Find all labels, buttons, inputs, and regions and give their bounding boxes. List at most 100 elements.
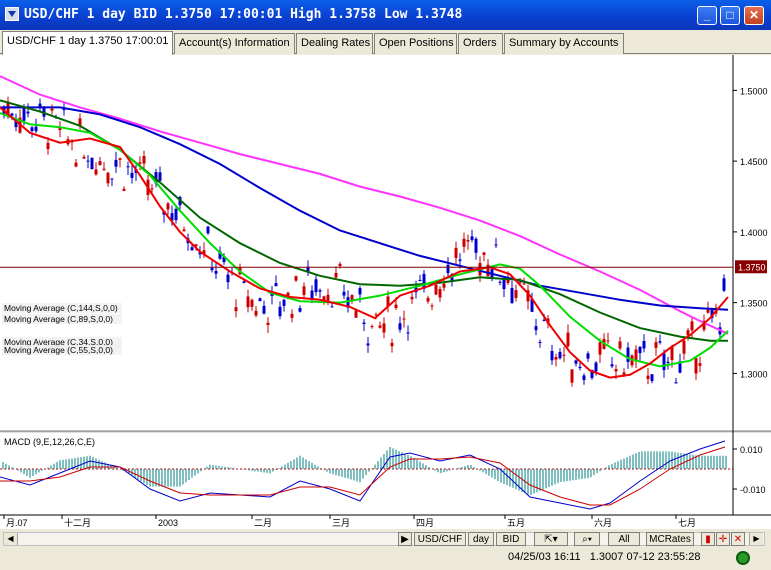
time-tick-label: 五月 xyxy=(507,518,525,528)
candle-body xyxy=(474,238,478,253)
candle-body xyxy=(206,226,210,234)
candle-body xyxy=(406,332,410,334)
tab-account-information[interactable]: Account(s) Information xyxy=(174,33,295,54)
time-tick-label: 2003 xyxy=(158,518,178,528)
candle-body xyxy=(558,351,562,359)
candle-body xyxy=(378,325,382,328)
candle-body xyxy=(662,353,666,370)
price-chart[interactable]: Moving Average (C,144,S,0,0)Moving Avera… xyxy=(0,55,771,529)
macd-tick-label: -0.010 xyxy=(740,485,766,495)
candle-body xyxy=(442,283,446,288)
candle-body xyxy=(654,342,658,348)
candle-body xyxy=(462,238,466,247)
all-button[interactable]: All xyxy=(608,532,640,546)
candle-body xyxy=(142,155,146,164)
candle-body xyxy=(114,159,118,167)
candle-body xyxy=(338,263,342,267)
candle-body xyxy=(610,364,614,367)
maximize-button[interactable]: □ xyxy=(720,6,740,25)
tab-orders[interactable]: Orders xyxy=(458,33,503,54)
candle-body xyxy=(266,322,270,325)
candle-body xyxy=(370,326,374,328)
side-button[interactable]: BID xyxy=(496,532,526,546)
candle-body xyxy=(254,310,258,316)
candle-body xyxy=(722,278,726,291)
candle-body xyxy=(418,279,422,281)
ma-label: Moving Average (C,144,S,0,0) xyxy=(4,303,118,313)
candle-body xyxy=(634,349,638,360)
close-button[interactable]: ✕ xyxy=(744,6,764,25)
tab-open-positions[interactable]: Open Positions xyxy=(374,33,457,54)
cursor-tool-icon[interactable]: ⇱▾ xyxy=(534,532,568,546)
last-price-label: 1.3750 xyxy=(738,262,766,272)
candle-body xyxy=(502,279,506,290)
candle-body xyxy=(574,360,578,364)
candle-body xyxy=(482,252,486,255)
play-button[interactable]: ▶ xyxy=(398,532,412,546)
candle-body xyxy=(598,342,602,355)
candle-body xyxy=(342,291,346,296)
candle-body xyxy=(214,270,218,274)
candle-body xyxy=(262,305,266,314)
candle-body xyxy=(258,298,262,302)
candle-body xyxy=(430,305,434,307)
candle-body xyxy=(570,369,574,383)
tab-summary-by-accounts[interactable]: Summary by Accounts xyxy=(504,33,624,54)
candle-body xyxy=(522,283,526,285)
candle-body xyxy=(318,290,322,292)
tab-chart[interactable]: USD/CHF 1 day 1.3750 17:00:01 xyxy=(2,31,173,55)
candle-body xyxy=(30,127,34,132)
title-bar[interactable]: USD/CHF 1 day BID 1.3750 17:00:01 High 1… xyxy=(0,0,771,30)
candle-body xyxy=(50,108,54,111)
candle-body xyxy=(354,310,358,318)
candle-body xyxy=(302,286,306,295)
candle-body xyxy=(618,341,622,349)
price-tick-label: 1.3500 xyxy=(740,299,768,309)
candle-body xyxy=(90,157,94,170)
tab-dealing-rates[interactable]: Dealing Rates xyxy=(296,33,373,54)
candle-body xyxy=(122,188,126,191)
horizontal-scrollbar[interactable]: ◀ ▶ ▶ USD/CHF day BID ⇱▾ ⌕▾ All MCRates … xyxy=(3,532,765,546)
chart-area[interactable]: Moving Average (C,144,S,0,0) Moving Avera… xyxy=(0,55,771,529)
candle-body xyxy=(278,306,282,317)
candle-body xyxy=(106,172,110,184)
candle-body xyxy=(514,290,518,298)
app-menu-icon[interactable] xyxy=(5,7,19,21)
candle-body xyxy=(94,169,98,175)
candle-body xyxy=(438,289,442,298)
status-bar: ◀ ▶ ▶ USD/CHF day BID ⇱▾ ⌕▾ All MCRates … xyxy=(0,528,771,570)
candle-body xyxy=(82,156,86,159)
mcrates-button[interactable]: MCRates xyxy=(646,532,694,546)
candle-body xyxy=(118,158,122,160)
candle-body xyxy=(158,172,162,181)
candle-body xyxy=(426,297,430,302)
candle-body xyxy=(578,366,582,369)
candle-body xyxy=(358,288,362,295)
candle-body xyxy=(46,142,50,150)
candle-body xyxy=(614,369,618,372)
candle-body xyxy=(150,188,154,190)
zoom-tool-icon[interactable]: ⌕▾ xyxy=(574,532,600,546)
candle-body xyxy=(138,162,142,164)
chart-window: USD/CHF 1 day BID 1.3750 17:00:01 High 1… xyxy=(0,0,771,570)
macd-tick-label: 0.010 xyxy=(740,445,763,455)
minimize-button[interactable]: _ xyxy=(697,6,717,25)
candle-body xyxy=(402,318,406,320)
candle-body xyxy=(226,274,230,283)
candle-body xyxy=(642,340,646,349)
candle-body xyxy=(22,107,26,121)
ma-label: Moving Average (C,89,S,0,0) xyxy=(4,314,113,324)
candle-body xyxy=(98,161,102,166)
candle-body xyxy=(494,244,498,246)
candle-body xyxy=(650,374,654,382)
candle-body xyxy=(410,296,414,300)
scroll-right-icon[interactable]: ▶ xyxy=(749,533,763,545)
scroll-left-icon[interactable]: ◀ xyxy=(4,533,18,545)
mark-tool-icon[interactable]: ✕ xyxy=(731,532,745,546)
symbol-button[interactable]: USD/CHF xyxy=(414,532,466,546)
period-button[interactable]: day xyxy=(468,532,494,546)
candle-body xyxy=(126,166,130,168)
crosshair-tool-icon[interactable]: ✛ xyxy=(716,532,730,546)
candle-tool-icon[interactable]: ▮ xyxy=(701,532,715,546)
candle-body xyxy=(26,111,30,114)
